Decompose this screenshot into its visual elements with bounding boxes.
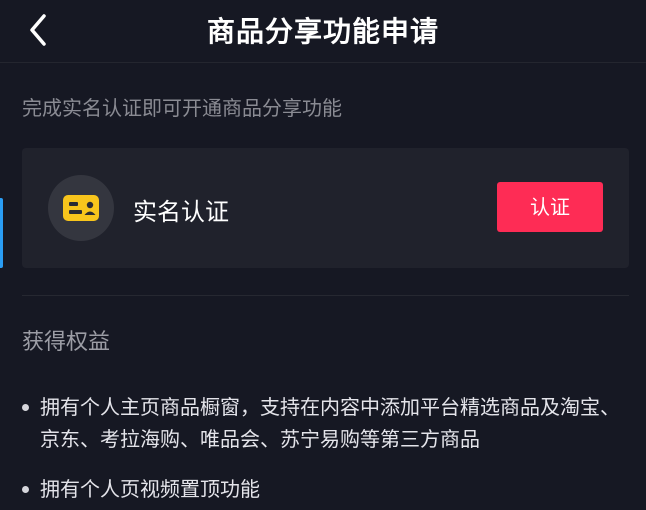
benefits-title: 获得权益 — [22, 330, 111, 355]
benefit-item: 拥有个人页视频置顶功能 — [22, 473, 632, 505]
app-header: 商品分享功能申请 — [0, 0, 646, 63]
benefit-text: 拥有个人主页商品橱窗，支持在内容中添加平台精选商品及淘宝、京东、考拉海购、唯品会… — [40, 395, 620, 451]
benefit-text: 拥有个人页视频置顶功能 — [40, 477, 260, 501]
section-divider — [22, 295, 629, 296]
verify-button[interactable]: 认证 — [497, 182, 603, 232]
benefit-item: 拥有个人主页商品橱窗，支持在内容中添加平台精选商品及淘宝、京东、考拉海购、唯品会… — [22, 391, 632, 455]
verification-label: 实名认证 — [133, 198, 229, 226]
bullet-icon — [22, 486, 29, 493]
bullet-icon — [22, 404, 29, 411]
scroll-indicator — [0, 198, 3, 268]
id-card-icon-container — [48, 175, 114, 241]
intro-text: 完成实名认证即可开通商品分享功能 — [22, 96, 342, 120]
id-card-icon — [63, 195, 99, 221]
page-title: 商品分享功能申请 — [206, 15, 439, 48]
verification-card: 实名认证 认证 — [22, 148, 629, 268]
